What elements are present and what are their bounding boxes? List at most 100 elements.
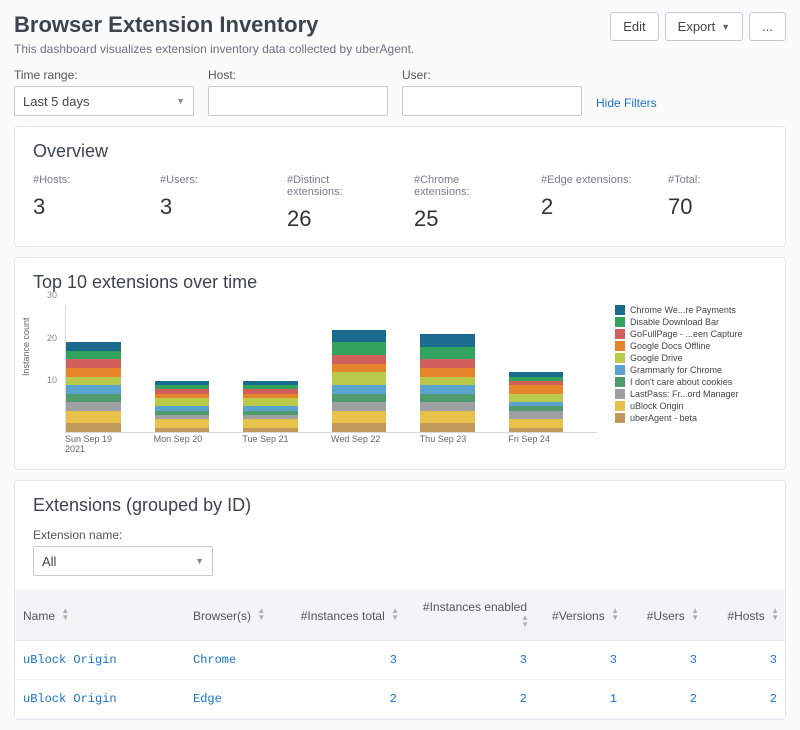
user-label: User: <box>402 68 582 82</box>
stat-value: 70 <box>668 194 767 220</box>
bar-segment <box>332 330 387 343</box>
page-title: Browser Extension Inventory <box>14 12 318 38</box>
legend-swatch <box>615 353 625 363</box>
bar-segment <box>66 359 121 368</box>
column-header[interactable]: #Versions ▲▼ <box>535 590 625 641</box>
overview-stat: #Total: 70 <box>668 174 767 232</box>
x-tick: Wed Sep 22 <box>331 433 420 455</box>
column-header[interactable]: #Users ▲▼ <box>625 590 705 641</box>
legend-swatch <box>615 365 625 375</box>
more-button[interactable]: ... <box>749 12 786 41</box>
extension-name-select[interactable]: All ▼ <box>33 546 213 576</box>
extension-name-value: All <box>42 554 56 569</box>
legend-label: Google Docs Offline <box>630 341 710 351</box>
export-button-label: Export <box>678 19 716 34</box>
chart-title: Top 10 extensions over time <box>33 272 767 293</box>
x-tick: Tue Sep 21 <box>242 433 331 455</box>
bar-segment <box>420 394 475 403</box>
hosts-cell[interactable]: 2 <box>705 680 785 719</box>
bar-segment <box>155 428 210 432</box>
legend-item: GoFullPage - ...een Capture <box>615 329 767 339</box>
legend-label: GoFullPage - ...een Capture <box>630 329 743 339</box>
legend-item: uBlock Origin <box>615 401 767 411</box>
bar-segment <box>332 342 387 355</box>
legend-swatch <box>615 377 625 387</box>
bar-column <box>155 381 244 432</box>
host-input[interactable] <box>208 86 388 116</box>
edit-button[interactable]: Edit <box>610 12 658 41</box>
legend-swatch <box>615 413 625 423</box>
column-header[interactable]: Browser(s) ▲▼ <box>185 590 275 641</box>
hosts-cell[interactable]: 3 <box>705 641 785 680</box>
bar-segment <box>420 411 475 424</box>
ext-browser-cell[interactable]: Edge <box>185 680 275 719</box>
table-row: uBlock OriginEdge22122 <box>15 680 785 719</box>
extensions-table: Name ▲▼Browser(s) ▲▼#Instances total ▲▼#… <box>15 590 785 719</box>
bar-segment <box>509 394 564 403</box>
legend-swatch <box>615 305 625 315</box>
time-range-select[interactable]: Last 5 days ▼ <box>14 86 194 116</box>
column-header[interactable]: #Instances enabled ▲▼ <box>405 590 535 641</box>
instances-total-cell[interactable]: 2 <box>275 680 405 719</box>
legend-item: LastPass: Fr...ord Manager <box>615 389 767 399</box>
stat-value: 2 <box>541 194 640 220</box>
time-range-value: Last 5 days <box>23 94 90 109</box>
bar-segment <box>509 385 564 394</box>
ext-name-cell[interactable]: uBlock Origin <box>15 641 185 680</box>
users-cell[interactable]: 2 <box>625 680 705 719</box>
instances-total-cell[interactable]: 3 <box>275 641 405 680</box>
bar-column <box>243 381 332 432</box>
bar-segment <box>332 385 387 394</box>
instances-enabled-cell[interactable]: 3 <box>405 641 535 680</box>
bar-segment <box>420 368 475 377</box>
bar-segment <box>420 385 475 394</box>
sort-icon: ▲▼ <box>61 607 67 621</box>
bar-segment <box>66 342 121 351</box>
hide-filters-link[interactable]: Hide Filters <box>596 96 657 116</box>
bar-segment <box>155 419 210 428</box>
table-row: uBlock OriginChrome33333 <box>15 641 785 680</box>
time-range-label: Time range: <box>14 68 194 82</box>
bar-column <box>332 330 421 432</box>
instances-enabled-cell[interactable]: 2 <box>405 680 535 719</box>
overview-heading: Overview <box>33 141 767 162</box>
versions-cell[interactable]: 1 <box>535 680 625 719</box>
x-tick: Sun Sep 192021 <box>65 433 154 455</box>
extensions-heading: Extensions (grouped by ID) <box>33 495 767 516</box>
caret-down-icon: ▼ <box>176 96 185 106</box>
bar-segment <box>332 372 387 385</box>
legend-swatch <box>615 341 625 351</box>
extensions-panel: Extensions (grouped by ID) Extension nam… <box>14 480 786 720</box>
chart-area: Instance count 102030 Sun Sep 192021Mon … <box>33 305 597 455</box>
bar-segment <box>332 402 387 411</box>
bar-segment <box>66 377 121 386</box>
user-input[interactable] <box>402 86 582 116</box>
users-cell[interactable]: 3 <box>625 641 705 680</box>
column-header[interactable]: Name ▲▼ <box>15 590 185 641</box>
bar-segment <box>66 351 121 360</box>
bar-column <box>66 342 155 432</box>
chart-legend: Chrome We...re PaymentsDisable Download … <box>615 305 767 425</box>
host-label: Host: <box>208 68 388 82</box>
ext-name-cell[interactable]: uBlock Origin <box>15 680 185 719</box>
legend-swatch <box>615 401 625 411</box>
legend-label: LastPass: Fr...ord Manager <box>630 389 739 399</box>
stat-value: 25 <box>414 206 513 232</box>
bar-segment <box>509 411 564 420</box>
bar-segment <box>66 402 121 411</box>
legend-swatch <box>615 317 625 327</box>
bar-segment <box>420 334 475 347</box>
legend-item: Google Drive <box>615 353 767 363</box>
column-header[interactable]: #Hosts ▲▼ <box>705 590 785 641</box>
versions-cell[interactable]: 3 <box>535 641 625 680</box>
y-tick: 20 <box>47 333 57 343</box>
ext-browser-cell[interactable]: Chrome <box>185 641 275 680</box>
legend-label: uBlock Origin <box>630 401 684 411</box>
stat-label: #Total: <box>668 174 767 186</box>
export-button[interactable]: Export ▼ <box>665 12 744 41</box>
legend-item: Chrome We...re Payments <box>615 305 767 315</box>
sort-icon: ▲▼ <box>771 607 777 621</box>
bar-segment <box>420 423 475 432</box>
bar-segment <box>509 419 564 428</box>
column-header[interactable]: #Instances total ▲▼ <box>275 590 405 641</box>
